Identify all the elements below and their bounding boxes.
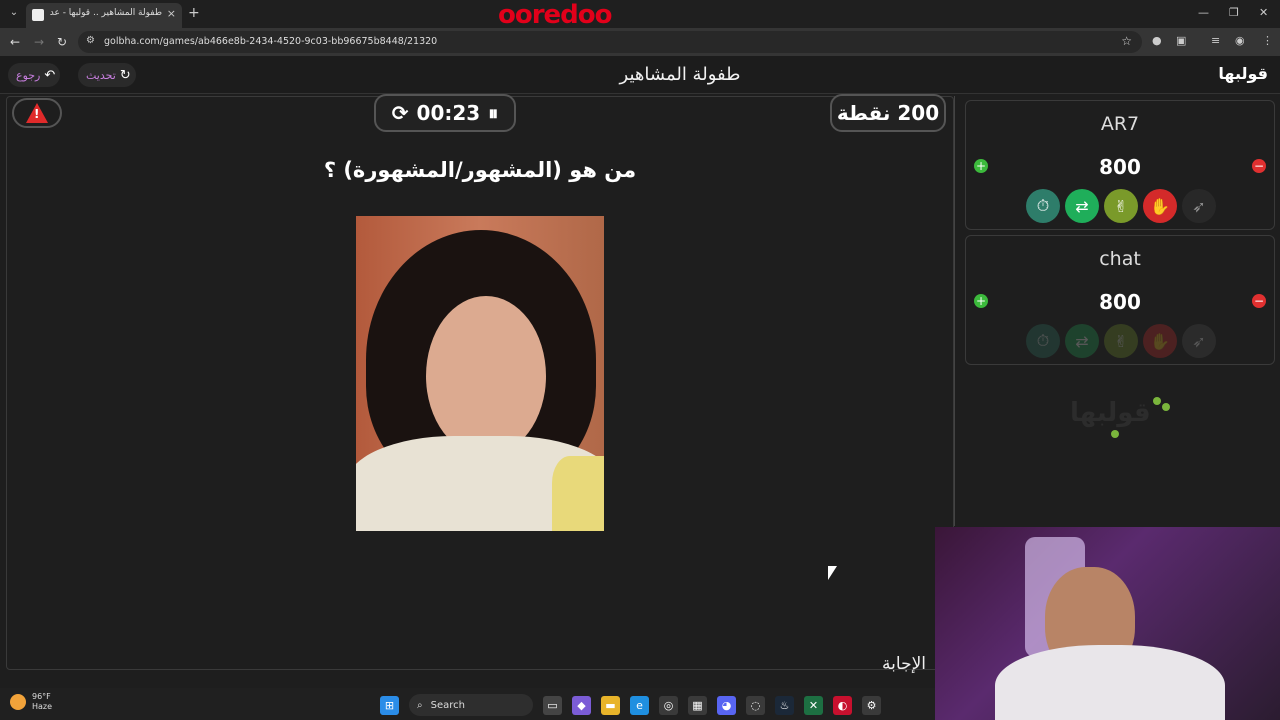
search-label: Search bbox=[430, 699, 465, 711]
points-badge: 200 نقطة bbox=[830, 94, 946, 132]
browser-tab-bar: ⌄ طفولة المشاهير .. قولبها - عدل × + oor… bbox=[0, 0, 1280, 30]
player-card-ar7: AR7 + 800 − ⏱ ⇄ ✌ ✋ ➶ bbox=[965, 100, 1275, 230]
taskbar-search[interactable]: ⌕ Search bbox=[409, 694, 533, 716]
question-text: من هو (المشهور/المشهورة) ؟ bbox=[323, 158, 637, 182]
store-icon[interactable]: ▦ bbox=[688, 695, 707, 715]
player-name: chat bbox=[1099, 248, 1141, 270]
settings-gear-icon[interactable]: ⚙ bbox=[862, 695, 881, 715]
forward-arrow-icon[interactable]: → bbox=[34, 35, 44, 49]
stop-hand-icon[interactable]: ✋ bbox=[1143, 324, 1177, 358]
steam-icon[interactable]: ♨ bbox=[775, 695, 794, 715]
loading-watermark: قولبها bbox=[1070, 398, 1151, 428]
profile-avatar-icon[interactable]: ◉ bbox=[1235, 34, 1245, 47]
new-tab-button[interactable]: + bbox=[188, 5, 200, 21]
windows-taskbar: 96°F Haze ⊞ ⌕ Search ▭ ◆ ▬ e ◎ ▦ ◕ ◌ ♨ ✕… bbox=[0, 688, 935, 720]
peace-hand-icon[interactable]: ✌ bbox=[1104, 324, 1138, 358]
runner-icon[interactable]: ➶ bbox=[1182, 324, 1216, 358]
swap-icon[interactable]: ⇄ bbox=[1065, 324, 1099, 358]
back-arrow-icon[interactable]: ← bbox=[10, 35, 20, 49]
loading-dot bbox=[1162, 403, 1170, 411]
search-icon: ⌕ bbox=[417, 699, 423, 711]
subtract-points-icon[interactable]: − bbox=[1252, 159, 1266, 173]
weather-sun-icon bbox=[10, 694, 26, 710]
player-card-chat: chat + 800 − ⏱ ⇄ ✌ ✋ ➶ bbox=[965, 235, 1275, 365]
stopwatch-icon[interactable]: ⏱ bbox=[1026, 189, 1060, 223]
bookmark-star-icon[interactable]: ☆ bbox=[1121, 34, 1132, 48]
timer-value: 00:23 bbox=[416, 101, 481, 125]
tab-favicon-icon bbox=[32, 9, 44, 21]
obs-icon[interactable]: ◌ bbox=[746, 695, 765, 715]
celebrity-childhood-photo bbox=[356, 216, 604, 531]
copilot-icon[interactable]: ◆ bbox=[572, 695, 591, 715]
file-explorer-icon[interactable]: ▬ bbox=[601, 695, 620, 715]
browser-tab[interactable]: طفولة المشاهير .. قولبها - عدل × bbox=[26, 3, 182, 28]
close-window-button[interactable]: ✕ bbox=[1259, 6, 1268, 19]
powerups-row: ⏱ ⇄ ✌ ✋ ➶ bbox=[1026, 324, 1216, 358]
player-score: 800 bbox=[1099, 155, 1141, 179]
browser-menu-icon[interactable]: ⋮ bbox=[1262, 34, 1273, 47]
timer[interactable]: ⟳ 00:23 ⏸ bbox=[374, 94, 516, 132]
swap-icon[interactable]: ⇄ bbox=[1065, 189, 1099, 223]
minimize-button[interactable]: — bbox=[1198, 6, 1209, 19]
extensions-puzzle-icon[interactable]: ▣ bbox=[1176, 34, 1186, 47]
task-view-icon[interactable]: ▭ bbox=[543, 695, 562, 715]
restart-timer-icon[interactable]: ⟳ bbox=[392, 101, 409, 125]
url-omnibox[interactable]: ⚙ golbha.com/games/ab466e8b-2434-4520-9c… bbox=[78, 31, 1142, 53]
loading-dot bbox=[1111, 430, 1119, 438]
edge-icon[interactable]: e bbox=[630, 695, 649, 715]
discord-icon[interactable]: ◕ bbox=[717, 695, 736, 715]
stopwatch-icon[interactable]: ⏱ bbox=[1026, 324, 1060, 358]
url-text[interactable]: golbha.com/games/ab466e8b-2434-4520-9c03… bbox=[104, 36, 437, 47]
weather-temperature: 96°F bbox=[32, 692, 51, 701]
restore-button[interactable]: ❐ bbox=[1229, 6, 1239, 19]
site-logo[interactable]: قولبها bbox=[1218, 64, 1268, 83]
site-info-icon[interactable]: ⚙ bbox=[86, 35, 95, 46]
media-control-icon[interactable]: ≡ bbox=[1211, 34, 1220, 47]
sidebar-divider bbox=[954, 96, 955, 526]
pause-icon[interactable]: ⏸ bbox=[488, 101, 498, 125]
extension-icon[interactable]: ● bbox=[1152, 34, 1162, 47]
ooredoo-logo: ooredoo bbox=[498, 0, 613, 30]
peace-hand-icon[interactable]: ✌ bbox=[1104, 189, 1138, 223]
player-score: 800 bbox=[1099, 290, 1141, 314]
page-title: طفولة المشاهير bbox=[619, 64, 741, 85]
app-header: رجوع ↶ تحديث ↻ طفولة المشاهير قولبها bbox=[0, 56, 1280, 94]
powerups-row: ⏱ ⇄ ✌ ✋ ➶ bbox=[1026, 189, 1216, 223]
excel-icon[interactable]: ✕ bbox=[804, 695, 823, 715]
windows-start-icon[interactable]: ⊞ bbox=[380, 695, 399, 715]
mouse-cursor-icon bbox=[828, 566, 837, 580]
subtract-points-icon[interactable]: − bbox=[1252, 294, 1266, 308]
warning-icon: ! bbox=[26, 103, 48, 123]
stop-hand-icon[interactable]: ✋ bbox=[1143, 189, 1177, 223]
app-red-icon[interactable]: ◐ bbox=[833, 695, 852, 715]
loading-dot bbox=[1153, 397, 1161, 405]
weather-condition: Haze bbox=[32, 702, 53, 711]
address-bar: ← → ↻ ⚙ golbha.com/games/ab466e8b-2434-4… bbox=[0, 28, 1280, 56]
tab-close-icon[interactable]: × bbox=[167, 7, 176, 20]
report-button[interactable]: ! bbox=[12, 98, 62, 128]
runner-icon[interactable]: ➶ bbox=[1182, 189, 1216, 223]
player-name: AR7 bbox=[1100, 113, 1140, 135]
tab-list-chevron-icon[interactable]: ⌄ bbox=[6, 5, 22, 21]
reload-icon[interactable]: ↻ bbox=[57, 35, 67, 49]
tab-title: طفولة المشاهير .. قولبها - عدل bbox=[50, 8, 162, 18]
webcam-overlay bbox=[935, 527, 1280, 720]
answer-button[interactable]: الإجابة bbox=[882, 654, 926, 674]
chrome-icon[interactable]: ◎ bbox=[659, 695, 678, 715]
weather-widget[interactable]: 96°F Haze bbox=[10, 692, 52, 712]
taskbar-apps: ⊞ ⌕ Search ▭ ◆ ▬ e ◎ ▦ ◕ ◌ ♨ ✕ ◐ ⚙ bbox=[380, 694, 881, 716]
